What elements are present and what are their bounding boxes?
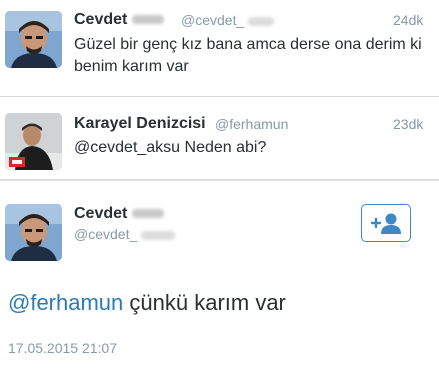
tweet-text: @ferhamun çünkü karım var: [8, 290, 286, 316]
follow-button[interactable]: [361, 204, 411, 242]
tweet-text: Güzel bir genç kız bana amca derse ona d…: [74, 36, 422, 75]
avatar[interactable]: [5, 11, 62, 68]
author-name[interactable]: Cevdet: [74, 11, 127, 28]
avatar[interactable]: [5, 113, 62, 170]
tweet-body: çünkü karım var: [123, 290, 286, 315]
tweet-card[interactable]: Karayel Denizcisi @ferhamun 23dk @cevdet…: [0, 97, 439, 180]
redacted-surname: [131, 209, 164, 219]
redacted-handle: [248, 16, 275, 26]
tweet-card[interactable]: Cevdet @cevdet_ 24dk Güzel bir genç kız …: [0, 0, 439, 97]
tweet-time[interactable]: 23dk: [393, 116, 423, 132]
redacted-surname: [131, 15, 164, 25]
author-handle[interactable]: @ferhamun: [215, 116, 288, 132]
author-name[interactable]: Karayel Denizcisi: [74, 115, 206, 133]
avatar[interactable]: [5, 204, 62, 261]
redacted-handle: [141, 230, 176, 240]
tweet-timestamp: 17.05.2015 21:07: [8, 340, 117, 356]
mention-link[interactable]: @ferhamun: [8, 290, 123, 315]
author-handle[interactable]: @cevdet_: [74, 226, 137, 242]
tweet-text: @cevdet_aksu Neden abi?: [74, 139, 267, 156]
add-user-icon: [370, 213, 401, 234]
author-handle[interactable]: @cevdet_: [181, 12, 244, 28]
author-name[interactable]: Cevdet: [74, 205, 127, 222]
tweet-time[interactable]: 24dk: [393, 12, 423, 28]
